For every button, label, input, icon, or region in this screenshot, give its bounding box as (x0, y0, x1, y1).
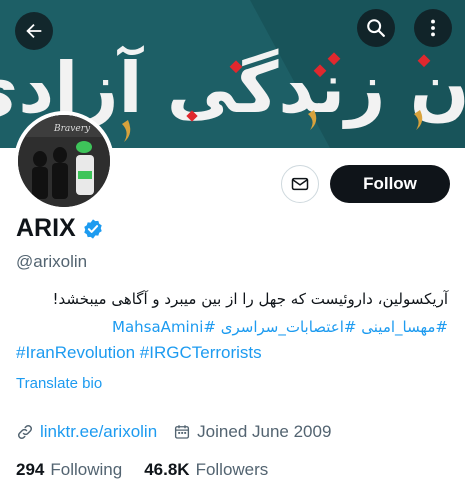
back-button[interactable] (15, 12, 53, 50)
message-button[interactable] (281, 165, 319, 203)
calendar-icon (175, 425, 190, 439)
more-vertical-icon (431, 19, 435, 37)
profile-meta: linktr.ee/arixolin Joined June 2009 (16, 422, 331, 442)
profile-avatar[interactable]: Bravery (14, 111, 114, 211)
verified-badge-icon[interactable] (82, 218, 104, 240)
arrow-left-icon (26, 23, 42, 39)
link-icon (17, 424, 33, 440)
following-count: 294 (16, 460, 45, 479)
display-name: ARIX (16, 214, 76, 242)
user-handle: @arixolin (16, 252, 88, 271)
more-options-button[interactable] (414, 9, 452, 47)
avatar-caption: Bravery (53, 124, 91, 134)
bio-hashtags-english[interactable]: #IranRevolution #IRGCTerrorists (16, 343, 262, 363)
name-row: ARIX (16, 214, 104, 243)
follow-stats: 294 Following 46.8K Followers (16, 460, 268, 480)
joined-date: Joined June 2009 (197, 422, 332, 441)
website-link[interactable]: linktr.ee/arixolin (40, 422, 157, 442)
follow-button[interactable]: Follow (330, 165, 450, 203)
bio-text: آریکسولین، داروئیست که جهل را از بین میب… (52, 290, 448, 308)
search-button[interactable] (357, 9, 395, 47)
followers-label: Followers (195, 460, 269, 479)
followers-count: 46.8K (144, 460, 190, 479)
search-icon (367, 19, 385, 37)
following-label: Following (50, 460, 123, 479)
followers-stat[interactable]: 46.8K Followers (144, 460, 268, 480)
avatar-image: Bravery (18, 115, 110, 207)
bio-hashtags-persian[interactable]: #مهسا_امینی #اعتصابات_سراسری #MahsaAmini (16, 318, 448, 336)
following-stat[interactable]: 294 Following (16, 460, 122, 480)
envelope-icon (291, 177, 309, 191)
translate-bio-link[interactable]: Translate bio (16, 375, 102, 392)
